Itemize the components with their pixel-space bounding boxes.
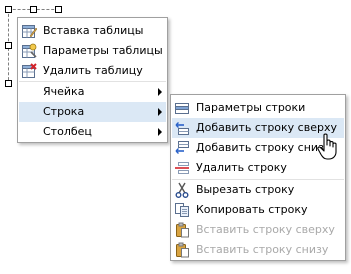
menu-item-label: Столбец xyxy=(43,125,92,138)
menu-item-label: Удалить строку xyxy=(196,161,287,174)
insert-row-below-icon xyxy=(175,141,189,154)
menu-item-label: Ячейка xyxy=(43,85,85,98)
resize-handle-top-middle[interactable] xyxy=(30,6,37,13)
menu-item-paste-row-below[interactable]: Вставить строку снизу xyxy=(172,240,344,260)
menu-item-copy-row[interactable]: Копировать строку xyxy=(172,200,344,220)
menu-item-cut-row[interactable]: Вырезать строку xyxy=(172,180,344,200)
submenu-arrow-icon xyxy=(158,88,162,96)
menu-item-cell[interactable]: Ячейка xyxy=(19,82,166,102)
menu-item-label: Вставить строку сверху xyxy=(196,223,335,236)
delete-table-icon xyxy=(22,63,37,78)
hand-pointer-cursor-icon xyxy=(317,133,337,160)
menu-item-label: Копировать строку xyxy=(196,203,308,216)
menu-item-label: Вырезать строку xyxy=(196,183,295,196)
resize-handle-middle-left[interactable] xyxy=(5,42,12,49)
resize-handle-top-right[interactable] xyxy=(55,6,62,13)
menu-item-row[interactable]: Строка xyxy=(19,102,166,122)
table-context-menu: Вставка таблицы Параметры таблицы Удалит… xyxy=(17,17,168,143)
menu-item-row-properties[interactable]: Параметры строки xyxy=(172,98,344,118)
paste-icon xyxy=(176,222,189,238)
menu-item-label: Параметры таблицы xyxy=(43,44,163,57)
menu-item-label: Строка xyxy=(43,105,85,118)
menu-item-label: Параметры строки xyxy=(196,101,306,114)
menu-item-label: Добавить строку снизу xyxy=(196,141,331,154)
menu-item-paste-row-above[interactable]: Вставить строку сверху xyxy=(172,220,344,240)
menu-item-table-properties[interactable]: Параметры таблицы xyxy=(19,41,166,61)
paste-icon xyxy=(176,242,189,258)
insert-table-icon xyxy=(22,25,37,38)
menu-item-insert-table[interactable]: Вставка таблицы xyxy=(19,21,166,41)
insert-row-above-icon xyxy=(175,122,189,135)
menu-item-label: Вставить строку снизу xyxy=(196,243,329,256)
menu-item-label: Вставка таблицы xyxy=(43,24,144,37)
submenu-arrow-icon xyxy=(158,128,162,136)
submenu-arrow-icon xyxy=(158,108,162,116)
resize-handle-top-left[interactable] xyxy=(5,6,12,13)
menu-item-delete-table[interactable]: Удалить таблицу xyxy=(19,61,166,81)
copy-icon xyxy=(175,203,189,217)
row-properties-icon xyxy=(175,103,189,114)
resize-handle-bottom-left[interactable] xyxy=(5,80,12,87)
cut-icon xyxy=(175,182,189,198)
menu-item-column[interactable]: Столбец xyxy=(19,122,166,142)
menu-item-delete-row[interactable]: Удалить строку xyxy=(172,158,344,178)
menu-item-label: Удалить таблицу xyxy=(43,64,143,77)
table-properties-icon xyxy=(22,43,37,58)
delete-row-icon xyxy=(175,162,189,174)
row-submenu: Параметры строки Добавить строку сверху … xyxy=(170,94,346,261)
